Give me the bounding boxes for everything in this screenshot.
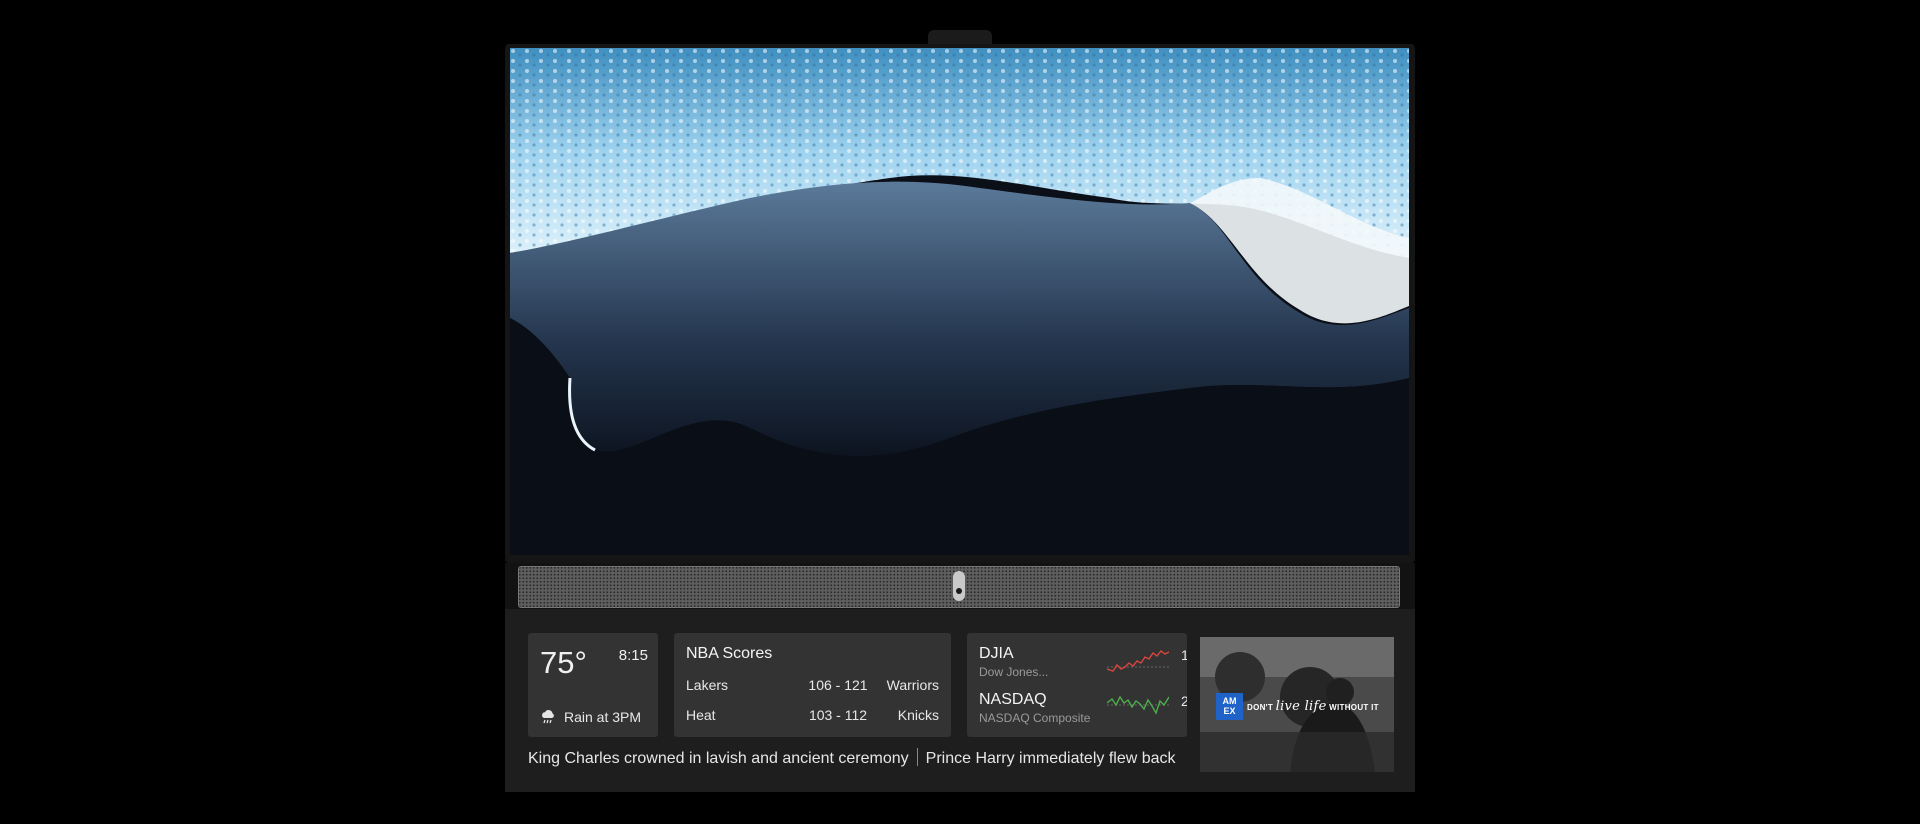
game-score: 103 - 112	[808, 707, 868, 723]
soundbar-camera	[953, 571, 965, 601]
ad-tagline-script: live life	[1275, 699, 1327, 714]
advertisement-tile[interactable]: AM EX DON'T live life WITHOUT IT	[1200, 637, 1394, 772]
ad-tagline-prefix: DON'T	[1247, 703, 1274, 712]
game-row: Heat 103 - 112 Knicks	[686, 707, 939, 725]
headline[interactable]: King Charles crowned in lavish and ancie…	[528, 750, 909, 767]
away-team: Knicks	[897, 707, 939, 723]
weather-forecast-text: Rain at 3PM	[564, 709, 642, 725]
amex-logo: AM EX	[1216, 693, 1243, 720]
game-row: Lakers 106 - 121 Warriors	[686, 677, 939, 695]
stock-symbol: NASDAQ	[979, 691, 1047, 708]
news-ticker[interactable]: King Charles crowned in lavish and ancie…	[528, 748, 1188, 774]
nba-scores-widget[interactable]: NBA Scores Lakers 106 - 121 Warriors Hea…	[674, 633, 951, 737]
stocks-widget[interactable]: DJIA Dow Jones... 1 NASDAQ NASDAQ Compos…	[967, 633, 1187, 737]
ad-tagline: DON'T live life WITHOUT IT	[1247, 699, 1379, 714]
weather-widget[interactable]: 75° 8:15 Rain at 3PM	[528, 633, 658, 737]
headline[interactable]: Prince Harry immediately flew back	[926, 750, 1176, 767]
game-score: 106 - 121	[808, 677, 868, 693]
nba-scores-title: NBA Scores	[686, 645, 773, 662]
nasdaq-sparkline	[1107, 695, 1169, 715]
stock-name: NASDAQ Composite	[979, 711, 1091, 725]
rain-cloud-icon	[542, 710, 554, 724]
home-team: Heat	[686, 707, 716, 723]
ocean-shore-image	[510, 48, 1409, 555]
stock-symbol: DJIA	[979, 645, 1014, 662]
home-team: Lakers	[686, 677, 729, 693]
stock-name: Dow Jones...	[979, 665, 1049, 679]
stock-value-cutoff: 2	[1181, 693, 1187, 709]
stock-item: DJIA Dow Jones...	[979, 645, 1048, 679]
stock-item: NASDAQ NASDAQ Composite	[979, 691, 1090, 725]
djia-sparkline	[1107, 650, 1169, 672]
clock-time: 8:15	[618, 647, 648, 664]
ticker-divider	[916, 748, 918, 766]
weather-temperature: 75°	[540, 645, 587, 680]
ad-tagline-suffix: WITHOUT IT	[1329, 703, 1379, 712]
weather-forecast: Rain at 3PM	[540, 709, 641, 725]
away-team: Warriors	[886, 677, 939, 693]
stock-value-cutoff: 1	[1181, 647, 1187, 663]
tv-screen-artwork	[510, 48, 1409, 555]
